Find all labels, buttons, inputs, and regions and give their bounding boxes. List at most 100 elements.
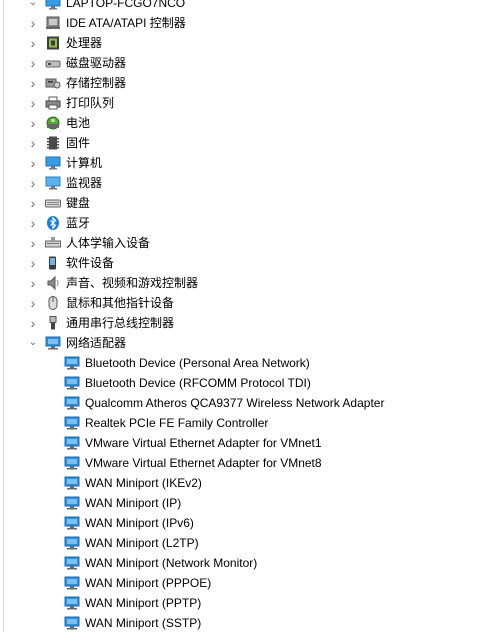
category-label: 鼠标和其他指针设备 [66, 296, 175, 310]
network-adapter-label: Bluetooth Device (RFCOMM Protocol TDI) [85, 376, 311, 390]
category-label: 存储控制器 [66, 76, 127, 90]
category-label: 磁盘驱动器 [66, 56, 127, 70]
category-row[interactable]: › 监视器 [0, 173, 478, 193]
network-adapter-label: WAN Miniport (IP) [85, 496, 182, 510]
network-adapter-icon [64, 356, 80, 370]
network-adapter-label: WAN Miniport (IPv6) [85, 516, 194, 530]
category-row[interactable]: › 存储控制器 [0, 73, 478, 93]
category-label: 电池 [66, 116, 91, 130]
chevron-right-icon[interactable]: › [28, 316, 38, 330]
chevron-right-icon[interactable]: › [28, 236, 38, 250]
category-row[interactable]: › 磁盘驱动器 [0, 53, 478, 73]
chevron-down-icon[interactable]: ⌄ [28, 0, 38, 8]
network-adapter-label: WAN Miniport (SSTP) [85, 616, 202, 630]
bluetooth-icon [45, 216, 61, 230]
usb-icon [45, 316, 61, 330]
network-adapter-icon [64, 456, 80, 470]
network-adapter-label: WAN Miniport (IKEv2) [85, 476, 202, 490]
chevron-right-icon[interactable]: › [28, 296, 38, 310]
chevron-right-icon[interactable]: › [28, 16, 38, 30]
network-adapter-icon [45, 336, 61, 350]
chevron-right-icon[interactable]: › [28, 116, 38, 130]
network-adapter-label: WAN Miniport (Network Monitor) [85, 556, 258, 570]
speaker-icon [45, 276, 61, 290]
battery-icon [45, 116, 61, 130]
storage-controller-icon [45, 76, 61, 90]
category-label: 通用串行总线控制器 [66, 316, 175, 330]
category-row[interactable]: › 打印队列 [0, 93, 478, 113]
chevron-right-icon[interactable]: › [28, 96, 38, 110]
chevron-right-icon[interactable]: › [28, 196, 38, 210]
category-row[interactable]: › 声音、视频和游戏控制器 [0, 273, 478, 293]
tree-root-label: LAPTOP-FCGO7NCO [66, 0, 186, 10]
chevron-right-icon[interactable]: › [28, 216, 38, 230]
chevron-right-icon[interactable]: › [28, 156, 38, 170]
network-adapter-label: Bluetooth Device (Personal Area Network) [85, 356, 310, 370]
category-label: 网络适配器 [66, 336, 127, 350]
network-adapter-item[interactable]: WAN Miniport (Network Monitor) [0, 553, 478, 573]
network-adapter-icon [64, 396, 80, 410]
category-row[interactable]: › 人体学输入设备 [0, 233, 478, 253]
network-adapter-item[interactable]: WAN Miniport (IKEv2) [0, 473, 478, 493]
network-adapter-icon [64, 596, 80, 610]
category-row[interactable]: ⌄ 网络适配器 [0, 333, 478, 353]
category-row[interactable]: › 处理器 [0, 33, 478, 53]
category-label: 打印队列 [66, 96, 115, 110]
category-list: › IDE ATA/ATAPI 控制器 › 处理器 › 磁盘驱动器 › 存储控制器 › 打印队列 ›… [0, 13, 478, 633]
network-adapter-item[interactable]: Qualcomm Atheros QCA9377 Wireless Networ… [0, 393, 478, 413]
network-adapter-item[interactable]: WAN Miniport (PPTP) [0, 593, 478, 613]
category-row[interactable]: › 键盘 [0, 193, 478, 213]
category-row[interactable]: › 通用串行总线控制器 [0, 313, 478, 333]
category-label: 固件 [66, 136, 91, 150]
network-adapter-label: Realtek PCIe FE Family Controller [85, 416, 269, 430]
network-adapter-item[interactable]: Realtek PCIe FE Family Controller [0, 413, 478, 433]
network-adapter-label: WAN Miniport (L2TP) [85, 536, 199, 550]
category-label: 蓝牙 [66, 216, 91, 230]
chevron-down-icon[interactable]: ⌄ [28, 338, 38, 348]
network-adapter-icon [64, 536, 80, 550]
network-adapter-item[interactable]: WAN Miniport (PPPOE) [0, 573, 478, 593]
category-row[interactable]: › 鼠标和其他指针设备 [0, 293, 478, 313]
software-device-icon [45, 256, 61, 270]
category-label: 处理器 [66, 36, 103, 50]
network-adapter-item[interactable]: VMware Virtual Ethernet Adapter for VMne… [0, 453, 478, 473]
category-row[interactable]: › IDE ATA/ATAPI 控制器 [0, 13, 478, 33]
processor-icon [45, 36, 61, 50]
network-adapter-item[interactable]: WAN Miniport (IP) [0, 493, 478, 513]
network-adapter-label: WAN Miniport (PPTP) [85, 596, 202, 610]
printer-icon [45, 96, 61, 110]
chevron-right-icon[interactable]: › [28, 136, 38, 150]
network-adapter-item[interactable]: VMware Virtual Ethernet Adapter for VMne… [0, 433, 478, 453]
category-label: 软件设备 [66, 256, 115, 270]
network-adapter-item[interactable]: WAN Miniport (L2TP) [0, 533, 478, 553]
disk-drive-icon [45, 56, 61, 70]
chevron-right-icon[interactable]: › [28, 76, 38, 90]
category-label: 键盘 [66, 196, 91, 210]
chevron-right-icon[interactable]: › [28, 56, 38, 70]
device-tree[interactable]: ⌄ LAPTOP-FCGO7NCO › IDE ATA/ATAPI 控制器 › 处理器… [0, 0, 478, 633]
chevron-right-icon[interactable]: › [28, 276, 38, 290]
network-adapter-item[interactable]: Bluetooth Device (RFCOMM Protocol TDI) [0, 373, 478, 393]
category-label: 人体学输入设备 [66, 236, 151, 250]
chevron-right-icon[interactable]: › [28, 176, 38, 190]
category-row[interactable]: › 固件 [0, 133, 478, 153]
network-adapter-label: WAN Miniport (PPPOE) [85, 576, 212, 590]
category-row[interactable]: › 电池 [0, 113, 478, 133]
category-row[interactable]: › 计算机 [0, 153, 478, 173]
network-adapter-icon [64, 476, 80, 490]
category-row[interactable]: › 蓝牙 [0, 213, 478, 233]
category-label: 计算机 [66, 156, 103, 170]
tree-root-computer[interactable]: ⌄ LAPTOP-FCGO7NCO [0, 0, 478, 13]
category-row[interactable]: › 软件设备 [0, 253, 478, 273]
network-adapter-icon [64, 436, 80, 450]
computer-icon [45, 0, 61, 10]
network-adapter-item[interactable]: WAN Miniport (IPv6) [0, 513, 478, 533]
network-adapter-item[interactable]: WAN Miniport (SSTP) [0, 613, 478, 633]
network-adapter-label: Qualcomm Atheros QCA9377 Wireless Networ… [85, 396, 385, 410]
network-adapter-item[interactable]: Bluetooth Device (Personal Area Network) [0, 353, 478, 373]
chevron-right-icon[interactable]: › [28, 256, 38, 270]
mouse-icon [45, 296, 61, 310]
chevron-right-icon[interactable]: › [28, 36, 38, 50]
network-adapter-icon [64, 516, 80, 530]
ide-controller-icon [45, 16, 61, 30]
